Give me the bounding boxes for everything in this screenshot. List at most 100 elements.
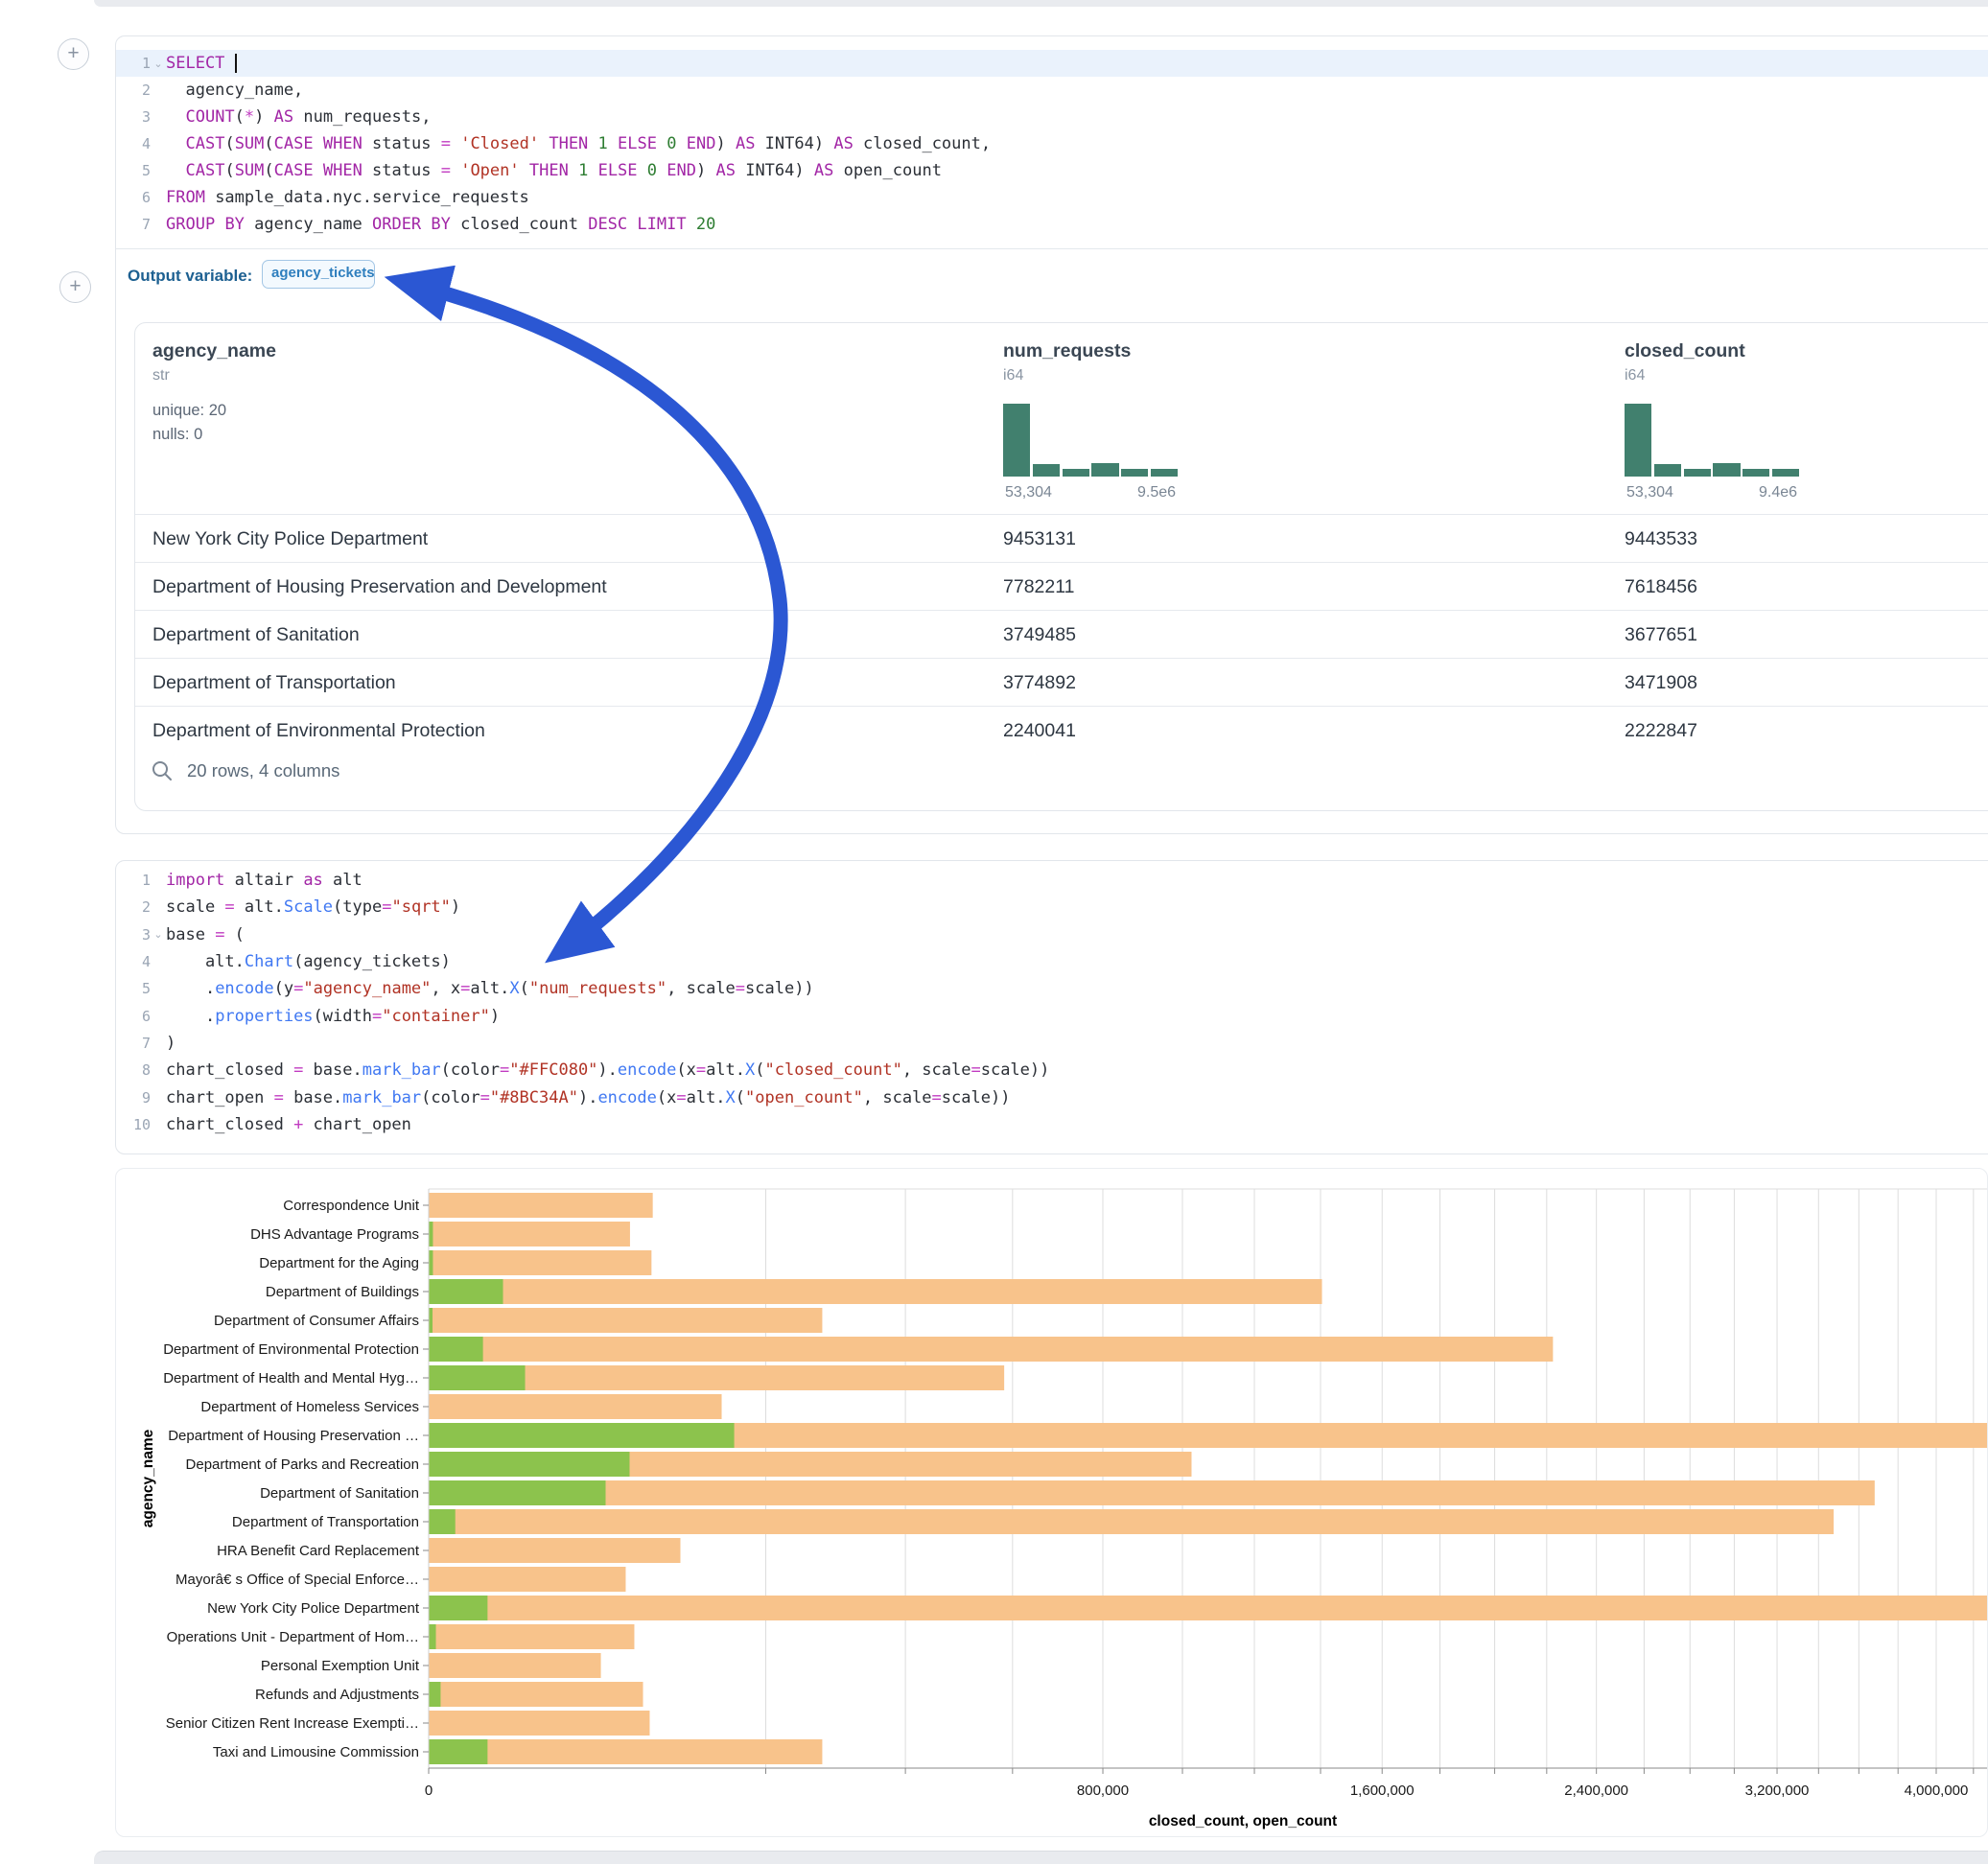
search-icon[interactable] [151,759,174,782]
line-number: 7 [116,1035,151,1052]
table-cell: Department of Transportation [152,659,396,707]
code-text: alt.Chart(agency_tickets) [166,952,451,971]
closed_count-bar [430,1480,1875,1505]
closed_count-bar [430,1193,653,1218]
closed_count-bar [430,1308,823,1333]
x-tick-label: 4,000,000 [1905,1782,1969,1799]
code-line[interactable]: 5 CAST(SUM(CASE WHEN status = 'Open' THE… [116,157,1988,184]
x-axis-title: closed_count, open_count [1149,1813,1337,1829]
y-axis-label: Department of Consumer Affairs [214,1313,419,1329]
open_count-bar [430,1739,488,1764]
open_count-bar [430,1279,503,1304]
code-text: CAST(SUM(CASE WHEN status = 'Closed' THE… [166,134,991,153]
open_count-bar [430,1250,433,1275]
dataframe-header: agency_namestrunique: 20nulls: 0num_requ… [135,323,1988,514]
code-line[interactable]: 10chart_closed + chart_open [116,1111,1988,1138]
closed_count-bar [430,1394,722,1419]
histogram-bar [1003,404,1030,477]
python-cell: 1import altair as alt2scale = alt.Scale(… [115,860,1988,1154]
histogram-bar [1772,469,1799,477]
y-axis-label: Department of Transportation [232,1514,419,1530]
table-row[interactable]: New York City Police Department945313194… [135,514,1988,562]
line-number: 6 [116,1008,151,1025]
table-cell: 3677651 [1625,611,1697,659]
code-line[interactable]: 1import altair as alt [116,867,1988,894]
code-line[interactable]: 4 alt.Chart(agency_tickets) [116,948,1988,975]
closed_count-bar [430,1596,1988,1620]
table-row[interactable]: Department of Housing Preservation and D… [135,562,1988,610]
closed_count-bar [430,1337,1554,1362]
dataframe-footer: 20 rows, 4 columns [151,759,339,782]
open_count-bar [430,1682,441,1707]
fold-chevron-icon[interactable]: ⌄ [151,58,166,70]
code-line[interactable]: 3 COUNT(*) AS num_requests, [116,104,1988,130]
code-line[interactable]: 6 .properties(width="container") [116,1002,1988,1029]
column-dtype: str [152,367,170,384]
column-header[interactable]: agency_name [152,340,276,362]
add-cell-button-top[interactable]: + [58,38,89,70]
add-cell-button-output[interactable]: + [59,271,91,303]
y-axis-label: Department for the Aging [259,1255,419,1271]
y-axis-title: agency_name [140,1429,156,1527]
histogram-bar [1063,469,1089,477]
column-header[interactable]: closed_count [1625,340,1745,362]
line-number: 8 [116,1061,151,1079]
code-text: ) [166,1034,175,1053]
cell-divider [116,248,1988,249]
previous-cell-edge [94,0,1988,7]
code-text: chart_closed = base.mark_bar(color="#FFC… [166,1060,1049,1080]
y-axis-label: Department of Homeless Services [200,1399,419,1415]
x-tick-label: 800,000 [1077,1782,1129,1799]
code-line[interactable]: 9chart_open = base.mark_bar(color="#8BC3… [116,1083,1988,1110]
code-text: chart_open = base.mark_bar(color="#8BC34… [166,1088,1010,1107]
code-line[interactable]: 7) [116,1030,1988,1057]
table-row[interactable]: Department of Transportation377489234719… [135,658,1988,706]
table-cell: 9453131 [1003,515,1076,563]
code-line[interactable]: 4 CAST(SUM(CASE WHEN status = 'Closed' T… [116,130,1988,157]
column-histogram [1003,402,1178,477]
line-number: 4 [116,953,151,970]
code-line[interactable]: 2scale = alt.Scale(type="sqrt") [116,894,1988,920]
histogram-bar [1151,469,1178,477]
x-tick-label: 3,200,000 [1745,1782,1810,1799]
y-axis-label: Department of Buildings [266,1284,419,1300]
y-axis-label: Senior Citizen Rent Increase Exempti… [166,1715,419,1732]
open_count-bar [430,1365,526,1390]
code-line[interactable]: 5 .encode(y="agency_name", x=alt.X("num_… [116,975,1988,1002]
table-cell: 3471908 [1625,659,1697,707]
line-number: 2 [116,82,151,99]
closed_count-bar [430,1250,652,1275]
y-axis-label: Department of Sanitation [260,1485,419,1502]
output-variable-chip[interactable]: agency_tickets [262,260,375,289]
y-axis-label: Personal Exemption Unit [261,1658,420,1674]
histogram-max-label: 9.5e6 [1137,484,1176,501]
python-code-editor[interactable]: 1import altair as alt2scale = alt.Scale(… [116,867,1988,1138]
y-axis-label: HRA Benefit Card Replacement [217,1543,420,1559]
y-axis-label: Department of Housing Preservation … [168,1428,419,1444]
open_count-bar [430,1596,488,1620]
table-cell: 2222847 [1625,707,1697,755]
y-axis-label: DHS Advantage Programs [250,1226,419,1243]
histogram-bar [1713,463,1740,477]
code-line[interactable]: 6FROM sample_data.nyc.service_requests [116,184,1988,211]
column-stat: nulls: 0 [152,426,202,444]
histogram-min-label: 53,304 [1005,484,1052,501]
code-line[interactable]: 1⌄SELECT [116,50,1988,77]
line-number: 7 [116,216,151,233]
code-line[interactable]: 8 chart_closed = base.mark_bar(color="#FF… [116,1057,1988,1083]
code-line[interactable]: 2 agency_name, [116,77,1988,104]
fold-chevron-icon[interactable]: ⌄ [151,928,166,941]
histogram-bar [1091,463,1118,477]
histogram-bar [1684,469,1711,477]
line-number: 1 [116,55,151,72]
y-axis-label: Taxi and Limousine Commission [213,1744,419,1760]
open_count-bar [430,1308,433,1333]
sql-code-editor[interactable]: 1⌄SELECT 2 agency_name,3 COUNT(*) AS num… [116,50,1988,238]
code-line[interactable]: 7GROUP BY agency_name ORDER BY closed_co… [116,211,1988,238]
column-header[interactable]: num_requests [1003,340,1131,362]
code-text: import altair as alt [166,871,363,890]
code-line[interactable]: 3⌄base = ( [116,921,1988,948]
closed_count-bar [430,1653,601,1678]
table-row[interactable]: Department of Environmental Protection22… [135,706,1988,754]
table-row[interactable]: Department of Sanitation37494853677651 [135,610,1988,658]
